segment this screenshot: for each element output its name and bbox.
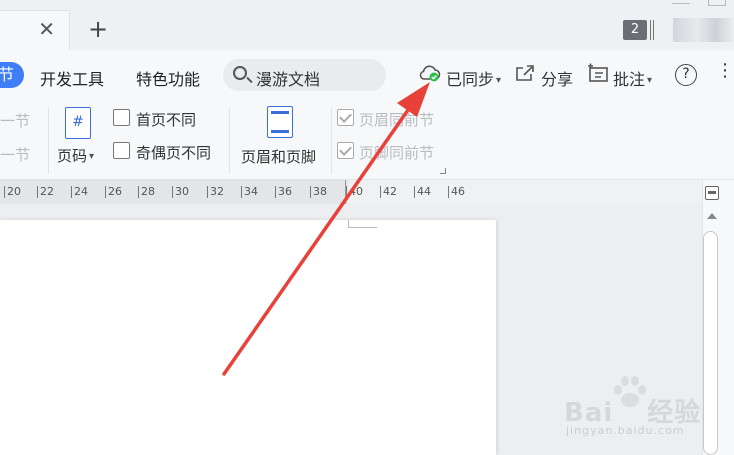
ruler-tick: 36 bbox=[275, 185, 292, 198]
help-button[interactable]: ? bbox=[675, 64, 697, 86]
menu-bar: 节 开发工具 特色功能 漫游文档 已同步 ▾ 分享 批注 ▾ bbox=[0, 50, 734, 100]
avatar[interactable] bbox=[673, 18, 734, 42]
scroll-up-icon[interactable] bbox=[707, 213, 717, 219]
comment-icon[interactable] bbox=[587, 63, 609, 83]
maximize-icon[interactable] bbox=[708, 0, 726, 6]
window-switch-icon[interactable] bbox=[650, 20, 654, 40]
window-count-badge[interactable]: 2 bbox=[623, 20, 647, 40]
search-placeholder: 漫游文档 bbox=[256, 70, 321, 89]
search-input[interactable]: 漫游文档 bbox=[223, 59, 386, 91]
header-same-as-previous-label: 页眉同前节 bbox=[359, 111, 435, 129]
menu-item-special-features[interactable]: 特色功能 bbox=[136, 66, 200, 90]
page-number-button[interactable]: 页码 ▾ bbox=[57, 145, 94, 166]
ruler-tick: 30 bbox=[172, 185, 189, 198]
chevron-down-icon: ▾ bbox=[496, 75, 502, 86]
next-section-button-faded: 一节 bbox=[0, 146, 31, 164]
cloud-check-icon[interactable] bbox=[418, 63, 442, 83]
ruler-tick: 22 bbox=[37, 185, 54, 198]
footer-same-as-previous-checkbox[interactable] bbox=[337, 142, 354, 159]
ruler-tick: 34 bbox=[241, 185, 258, 198]
share-button[interactable]: 分享 bbox=[541, 66, 573, 90]
page-number-icon[interactable]: # bbox=[65, 107, 91, 139]
more-options-button[interactable]: ⋮ bbox=[716, 62, 734, 80]
ruler-tick: 46 bbox=[448, 185, 465, 198]
ruler-tick: 24 bbox=[71, 185, 88, 198]
document-tab[interactable]: ✕ bbox=[0, 10, 70, 50]
menu-item-developer-tools[interactable]: 开发工具 bbox=[40, 66, 104, 90]
menu-item-section-active[interactable]: 节 bbox=[0, 62, 24, 88]
horizontal-ruler[interactable]: 20 22 24 26 28 30 32 34 36 38 40 42 44 4… bbox=[0, 180, 734, 204]
new-tab-button[interactable]: + bbox=[88, 17, 108, 41]
page-margin-corner bbox=[348, 220, 377, 228]
close-icon[interactable]: ✕ bbox=[38, 19, 55, 39]
ruler-tick: 32 bbox=[207, 185, 224, 198]
header-footer-icon[interactable] bbox=[267, 106, 293, 138]
prev-section-button-faded: 一节 bbox=[0, 112, 31, 130]
first-page-different-checkbox[interactable] bbox=[113, 109, 130, 126]
chevron-down-icon: ▾ bbox=[647, 75, 653, 86]
divider bbox=[229, 108, 230, 174]
sync-status-button[interactable]: 已同步 ▾ bbox=[446, 66, 501, 90]
comment-button[interactable]: 批注 ▾ bbox=[613, 66, 652, 90]
minimize-icon[interactable] bbox=[672, 0, 690, 4]
header-same-as-previous-checkbox[interactable] bbox=[337, 109, 354, 126]
ruler-toggle-icon[interactable] bbox=[705, 186, 719, 200]
page-number-label: 页码 bbox=[57, 147, 88, 165]
group-expand-icon[interactable] bbox=[440, 168, 446, 174]
ruler-indent-marker[interactable] bbox=[345, 180, 352, 204]
ruler-tick: 26 bbox=[105, 185, 122, 198]
watermark-url: jingyan.baidu.com bbox=[566, 424, 685, 437]
ruler-tick: 38 bbox=[310, 185, 327, 198]
divider bbox=[331, 108, 332, 174]
share-icon[interactable] bbox=[515, 64, 535, 82]
scrollbar-thumb[interactable] bbox=[703, 231, 718, 455]
footer-same-as-previous-label: 页脚同前节 bbox=[359, 144, 435, 162]
ruler-tick: 42 bbox=[380, 185, 397, 198]
header-footer-button[interactable]: 页眉和页脚 bbox=[241, 146, 316, 167]
search-icon bbox=[233, 66, 247, 80]
ruler-tick: 28 bbox=[138, 185, 155, 198]
chevron-down-icon: ▾ bbox=[89, 151, 95, 162]
first-page-different-label: 首页不同 bbox=[136, 111, 197, 129]
ruler-tick: 44 bbox=[414, 185, 431, 198]
comment-label: 批注 bbox=[613, 70, 646, 89]
document-page[interactable] bbox=[0, 220, 496, 455]
divider bbox=[48, 108, 49, 174]
odd-even-different-checkbox[interactable] bbox=[113, 142, 130, 159]
sync-label: 已同步 bbox=[446, 70, 495, 89]
odd-even-different-label: 奇偶页不同 bbox=[136, 144, 212, 162]
ruler-tick: 20 bbox=[4, 185, 21, 198]
